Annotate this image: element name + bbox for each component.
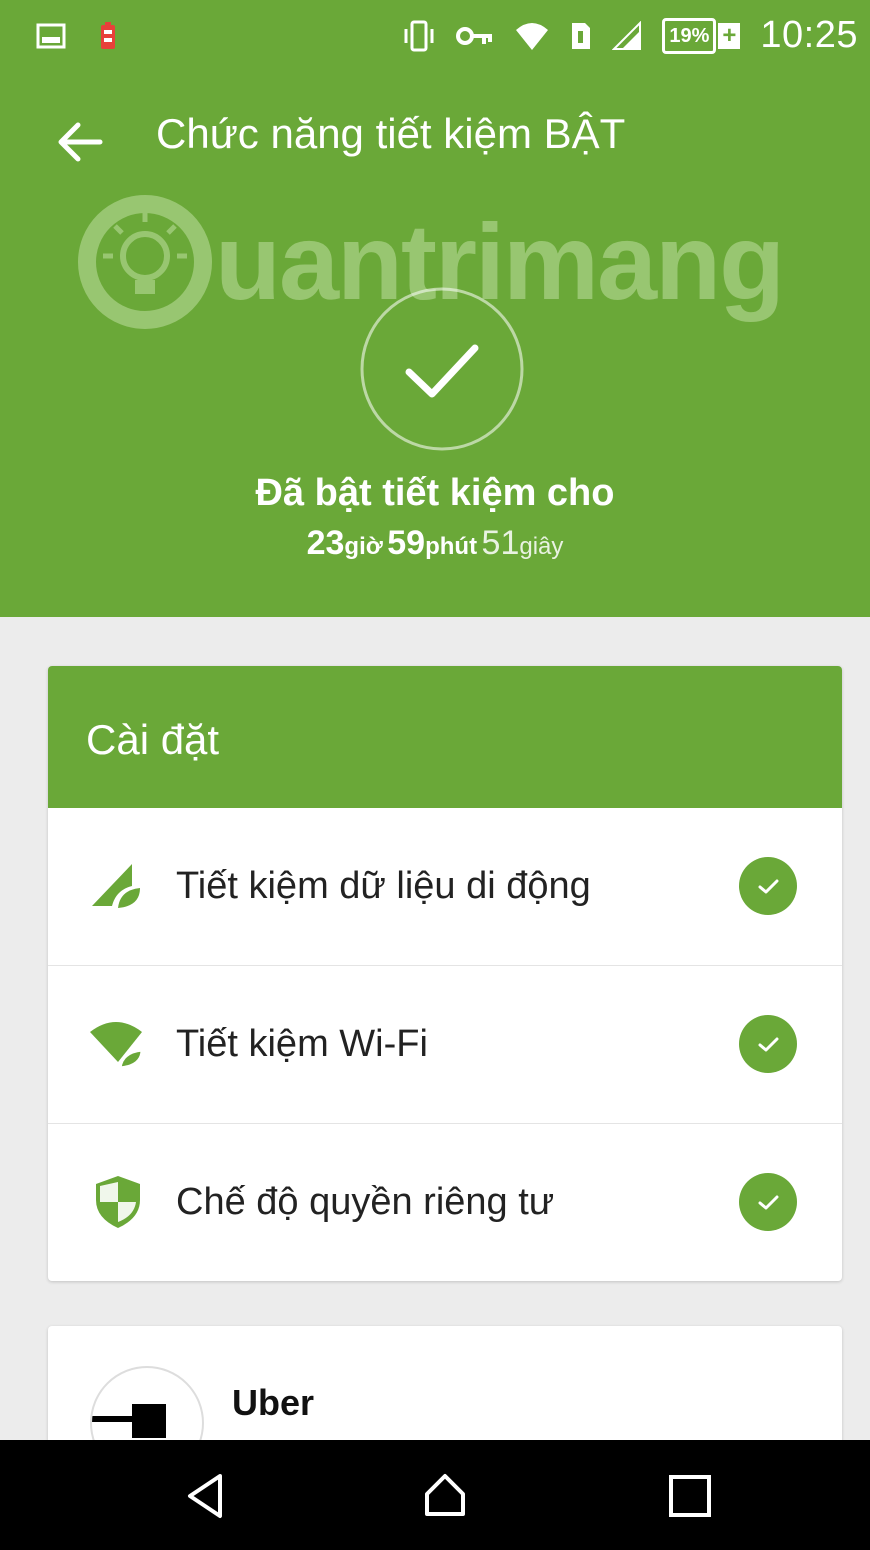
timer-hours: 23 bbox=[306, 524, 345, 562]
setting-row-wifi[interactable]: Tiết kiệm Wi-Fi bbox=[48, 966, 842, 1124]
image-icon bbox=[36, 23, 66, 49]
setting-label: Tiết kiệm Wi-Fi bbox=[176, 1023, 428, 1065]
wifi-icon bbox=[516, 22, 549, 50]
saving-enabled-label: Đã bật tiết kiệm cho bbox=[255, 472, 615, 514]
timer-minutes: 59 bbox=[387, 524, 426, 562]
recents-nav-icon[interactable] bbox=[664, 1470, 716, 1522]
saving-timer: 23giờ 59phút 51giây bbox=[0, 524, 870, 563]
vibrate-icon bbox=[404, 20, 434, 51]
setting-row-privacy[interactable]: Chế độ quyền riêng tư bbox=[48, 1124, 842, 1281]
status-bar: 19% + 10:25 bbox=[0, 0, 870, 72]
header: Chức năng tiết kiệm BẬT uantrimang Đã bậ… bbox=[0, 72, 870, 617]
mobile-data-leaf-icon bbox=[92, 864, 140, 908]
timer-hours-unit: giờ bbox=[344, 533, 383, 560]
shield-icon bbox=[96, 1176, 140, 1228]
battery-charging-icon: + bbox=[718, 22, 741, 49]
vpn-key-icon bbox=[456, 26, 493, 45]
back-nav-icon[interactable] bbox=[180, 1470, 232, 1522]
battery-icon: 19% + bbox=[662, 17, 741, 54]
home-nav-icon[interactable] bbox=[419, 1470, 471, 1522]
setting-row-mobile-data[interactable]: Tiết kiệm dữ liệu di động bbox=[48, 808, 842, 966]
status-right-icons: 19% + 10:25 bbox=[402, 14, 858, 57]
clock: 10:25 bbox=[760, 14, 858, 56]
page-title: Chức năng tiết kiệm BẬT bbox=[156, 110, 626, 157]
battery-percent: 19% bbox=[662, 17, 717, 54]
navigation-bar bbox=[0, 1440, 870, 1550]
check-badge-icon[interactable] bbox=[738, 1014, 798, 1074]
battery-alert-icon bbox=[101, 22, 115, 49]
watermark-logo-icon bbox=[78, 195, 212, 329]
check-badge-icon[interactable] bbox=[738, 1172, 798, 1232]
setting-label: Chế độ quyền riêng tư bbox=[176, 1181, 555, 1223]
timer-seconds-unit: giây bbox=[519, 533, 564, 560]
app-name: Uber bbox=[232, 1382, 315, 1423]
sim-icon bbox=[572, 22, 591, 49]
settings-title: Cài đặt bbox=[48, 666, 842, 808]
settings-card: Cài đặt Tiết kiệm dữ liệu di động Tiết k… bbox=[48, 666, 842, 1281]
status-left-icons bbox=[36, 22, 116, 50]
wifi-leaf-icon bbox=[90, 1022, 144, 1070]
check-circle-icon bbox=[360, 287, 524, 451]
check-badge-icon[interactable] bbox=[738, 856, 798, 916]
back-arrow-icon[interactable] bbox=[50, 112, 110, 172]
signal-icon bbox=[612, 20, 642, 50]
timer-seconds: 51 bbox=[481, 524, 520, 562]
timer-minutes-unit: phút bbox=[425, 533, 478, 560]
setting-label: Tiết kiệm dữ liệu di động bbox=[176, 865, 591, 907]
